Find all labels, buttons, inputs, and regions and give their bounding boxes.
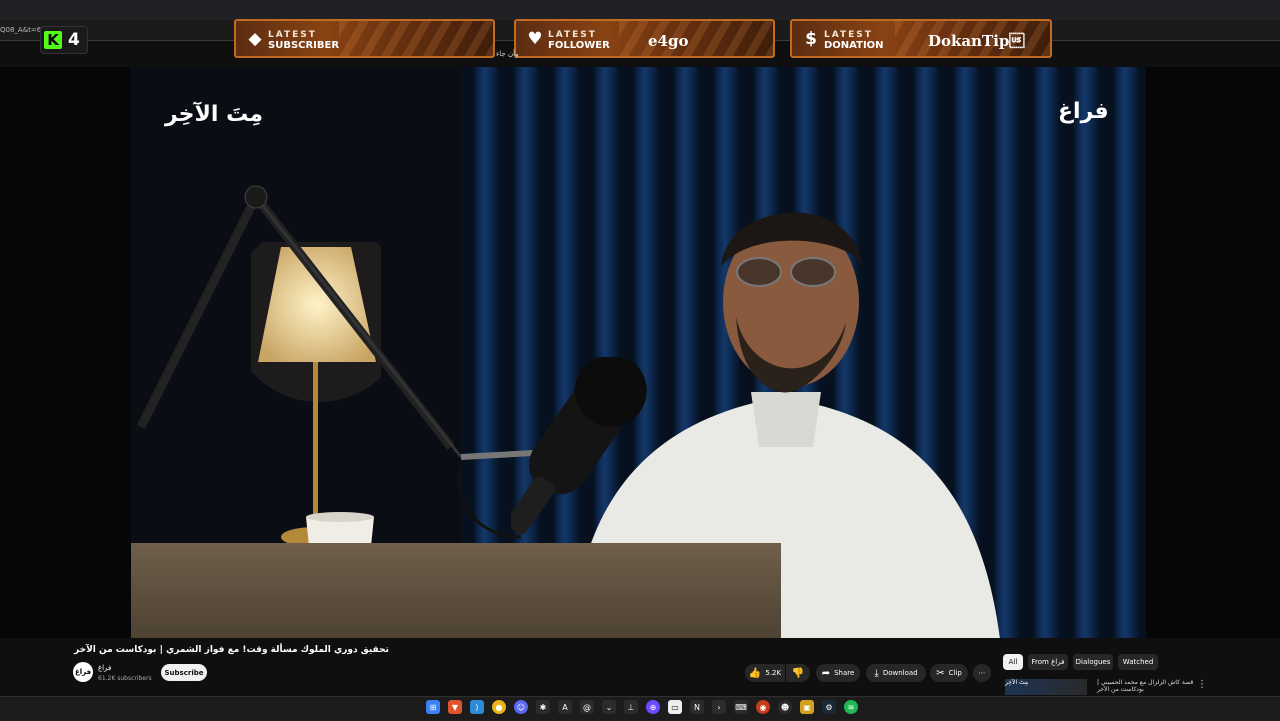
clip-label: Clip <box>948 669 962 677</box>
dislike-button[interactable]: 👎 <box>786 664 810 682</box>
github-icon[interactable]: ☻ <box>778 700 792 714</box>
alert-name: DokanTip <box>928 32 1025 50</box>
notepad-icon[interactable]: N <box>690 700 704 714</box>
share-label: Share <box>834 669 855 677</box>
video-watermark-right: فراغ <box>1058 99 1109 124</box>
alert-label-type: FOLLOWER <box>548 40 610 51</box>
obs-icon[interactable]: ◉ <box>756 700 770 714</box>
video-title: تحقيق دوري الملوك مسألة وقت! مع فواز الش… <box>74 645 389 655</box>
whatsapp-icon[interactable]: ✱ <box>536 700 550 714</box>
channel-name[interactable]: فراغ <box>98 664 111 672</box>
pin-icon[interactable]: ⊥ <box>624 700 638 714</box>
terminal-icon[interactable]: › <box>712 700 726 714</box>
scissors-icon: ✂ <box>936 667 945 679</box>
alert-stripes <box>618 21 773 56</box>
alert-label-type: SUBSCRIBER <box>268 40 340 51</box>
spotify-icon[interactable]: ≋ <box>844 700 858 714</box>
windows-taskbar <box>0 696 1280 721</box>
desk-surface <box>131 543 781 638</box>
keyboard-icon[interactable]: ⌨ <box>734 700 748 714</box>
latest-subscriber-alert: ◆ LATEST SUBSCRIBER <box>234 19 495 58</box>
recommended-menu-icon[interactable]: ⋮ <box>1197 679 1207 690</box>
like-count: 5.2K <box>765 669 782 677</box>
ghost-icon[interactable]: ⊕ <box>646 700 660 714</box>
brave-icon[interactable]: ▼ <box>448 700 462 714</box>
more-actions-button[interactable]: ⋯ <box>973 664 991 682</box>
kick-logo-icon: K <box>44 31 62 49</box>
share-button[interactable]: ➦ Share <box>816 664 860 682</box>
thumbs-down-icon: 👎 <box>791 667 805 679</box>
browser-top-strip <box>0 0 1280 20</box>
latest-follower-alert: ♥ LATEST FOLLOWER e4go <box>514 19 775 58</box>
url-fragment[interactable]: Q08_A&t=63 <box>0 26 46 34</box>
diamond-icon: ◆ <box>248 29 262 49</box>
files-icon[interactable]: ▭ <box>668 700 682 714</box>
windows-icon[interactable]: ⊞ <box>426 700 440 714</box>
chip-from-channel[interactable]: From فراغ <box>1028 654 1068 670</box>
like-button[interactable]: 👍 5.2K <box>745 664 785 682</box>
latest-donation-alert: $ LATEST DONATION DokanTip <box>790 19 1052 58</box>
subscribe-button[interactable]: Subscribe <box>161 664 207 681</box>
chip-all[interactable]: All <box>1003 654 1023 670</box>
subscriber-count: 61.2K subscribers <box>98 675 152 682</box>
clip-button[interactable]: ✂ Clip <box>930 664 968 682</box>
recommended-thumbnail[interactable]: مِتَ الآخِر <box>1005 679 1087 695</box>
proton-icon[interactable]: ⌄ <box>602 700 616 714</box>
dollar-icon: $ <box>805 29 817 49</box>
steam-icon[interactable]: ⚙ <box>822 700 836 714</box>
kick-viewer-widget: K 4 <box>40 26 88 54</box>
kick-viewer-count: 4 <box>68 30 80 50</box>
chip-dialogues[interactable]: Dialogues <box>1073 654 1113 670</box>
download-label: Download <box>882 669 918 677</box>
alert-label-type: DONATION <box>824 40 884 51</box>
vscode-icon[interactable]: ⟩ <box>470 700 484 714</box>
recommended-title[interactable]: قصة كاش الزلزال مع محمد الحسيني | بودكاس… <box>1097 679 1205 693</box>
at-icon[interactable]: @ <box>580 700 594 714</box>
chip-watched[interactable]: Watched <box>1118 654 1158 670</box>
alert-label-latest: LATEST <box>268 30 317 40</box>
download-icon: ⤓ <box>874 667 879 679</box>
channel-avatar[interactable]: فراغ <box>73 662 93 682</box>
notion-icon[interactable]: A <box>558 700 572 714</box>
alert-label-latest: LATEST <box>548 30 597 40</box>
chrome-icon[interactable]: ● <box>492 700 506 714</box>
alert-label-latest: LATEST <box>824 30 873 40</box>
download-button[interactable]: ⤓ Download <box>866 664 926 682</box>
video-player[interactable]: مِتَ الآخِر فراغ <box>0 67 1280 638</box>
video-watermark-left: مِتَ الآخِر <box>165 102 264 127</box>
alert-name: e4go <box>648 32 689 50</box>
alert-stripes <box>338 21 493 56</box>
heart-icon: ♥ <box>527 29 543 49</box>
recommended-video[interactable]: مِتَ الآخِر قصة كاش الزلزال مع محمد الحس… <box>1005 679 1207 695</box>
folder-icon[interactable]: ▣ <box>800 700 814 714</box>
discord-icon[interactable]: ☺ <box>514 700 528 714</box>
overlay-small-text: وأن جاء <box>496 50 519 58</box>
thumbs-up-icon: 👍 <box>748 667 762 679</box>
more-icon: ⋯ <box>978 669 986 677</box>
share-icon: ➦ <box>821 667 831 679</box>
